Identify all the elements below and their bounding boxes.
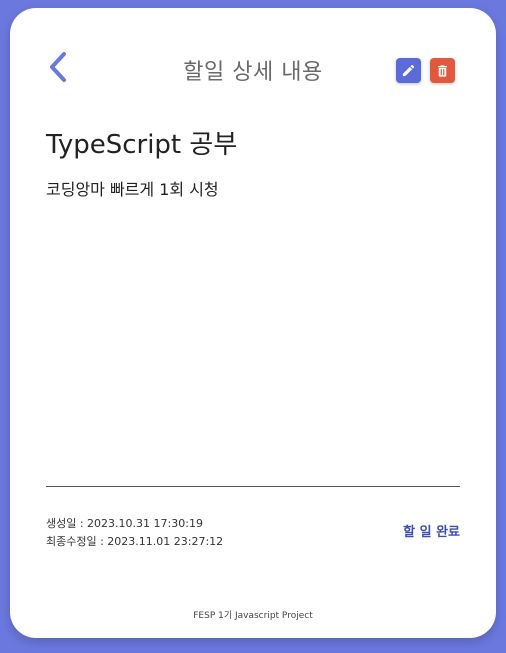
todo-meta: 생성일 : 2023.10.31 17:30:19 최종수정일 : 2023.1… bbox=[46, 515, 223, 551]
todo-content: 코딩앙마 빠르게 1회 시청 bbox=[46, 180, 219, 199]
created-date: 생성일 : 2023.10.31 17:30:19 bbox=[46, 517, 203, 530]
pencil-icon bbox=[402, 64, 415, 77]
header: 할일 상세 내용 bbox=[10, 50, 496, 86]
todo-detail-card: 할일 상세 내용 TypeScript 공부 코딩앙마 빠르게 1회 시청 생성… bbox=[10, 8, 496, 638]
todo-title: TypeScript 공부 bbox=[46, 130, 238, 160]
edit-button[interactable] bbox=[396, 58, 421, 83]
page-title: 할일 상세 내용 bbox=[183, 60, 323, 85]
delete-button[interactable] bbox=[430, 58, 455, 83]
divider bbox=[46, 486, 460, 487]
updated-date: 최종수정일 : 2023.11.01 23:27:12 bbox=[46, 535, 224, 548]
complete-button[interactable]: 할 일 완료 bbox=[403, 521, 460, 540]
footer-credit: FESP 1기 Javascript Project bbox=[193, 611, 313, 621]
trash-icon bbox=[438, 64, 447, 77]
